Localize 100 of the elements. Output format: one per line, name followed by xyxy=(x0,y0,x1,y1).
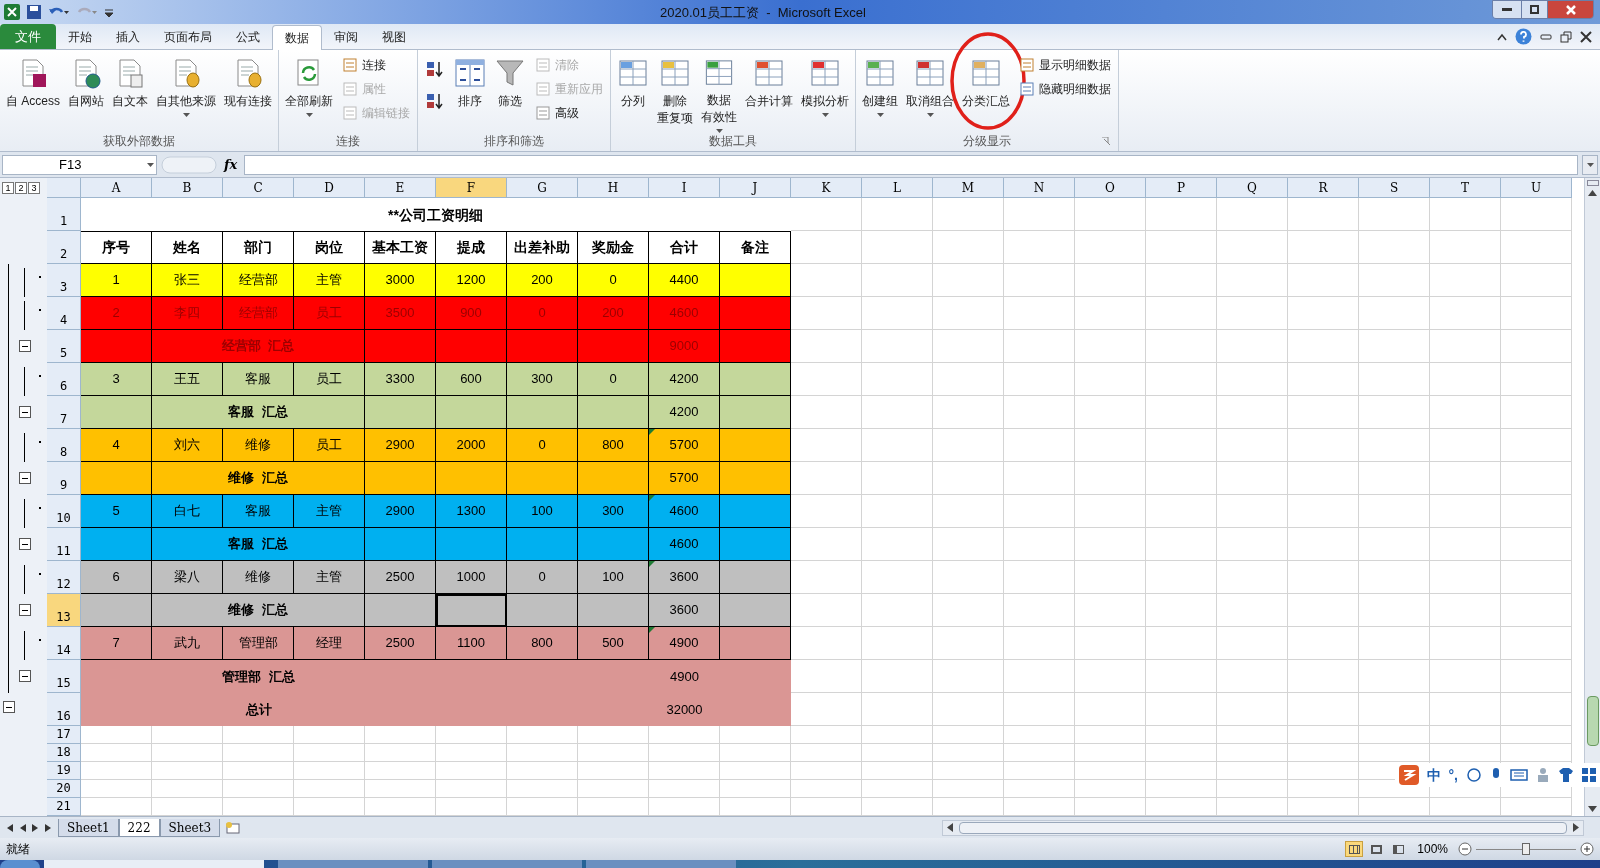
column-header[interactable]: I xyxy=(649,178,720,198)
ribbon-button[interactable]: 分列 xyxy=(614,53,652,133)
scroll-thumb[interactable] xyxy=(1586,696,1599,746)
column-header[interactable]: A xyxy=(81,178,152,198)
ribbon-button[interactable]: 筛选 xyxy=(491,53,529,133)
ribbon-tab[interactable]: 开始 xyxy=(56,24,104,49)
collapse-ribbon-icon[interactable] xyxy=(1497,32,1507,41)
ribbon-button[interactable]: 分类汇总 xyxy=(959,53,1013,133)
row-header[interactable]: 3 xyxy=(47,264,81,297)
ribbon-button[interactable]: 创建组 xyxy=(859,53,901,133)
row-header[interactable]: 13 xyxy=(47,594,81,627)
collapse-button[interactable] xyxy=(19,406,31,418)
row-header[interactable]: 7 xyxy=(47,396,81,429)
row-header[interactable]: 18 xyxy=(47,744,81,762)
row-header[interactable]: 6 xyxy=(47,363,81,396)
ribbon-button[interactable]: 自 Access xyxy=(3,53,63,133)
row-header[interactable]: 10 xyxy=(47,495,81,528)
row-header[interactable]: 9 xyxy=(47,462,81,495)
ribbon-tab[interactable]: 数据 xyxy=(272,25,322,50)
ribbon-tab[interactable]: 审阅 xyxy=(322,24,370,49)
vertical-scrollbar[interactable] xyxy=(1584,178,1600,816)
insert-function-button[interactable]: fx xyxy=(221,154,241,175)
row-header[interactable]: 2 xyxy=(47,231,81,264)
ribbon-button[interactable]: 删除 重复项 xyxy=(654,53,696,133)
collapse-button[interactable] xyxy=(3,701,15,713)
column-header[interactable]: N xyxy=(1004,178,1075,198)
row-header[interactable]: 12 xyxy=(47,561,81,594)
sheet-tab[interactable]: 222 xyxy=(118,818,160,837)
row-header[interactable]: 11 xyxy=(47,528,81,561)
ribbon-button[interactable]: 全部刷新 xyxy=(282,53,336,133)
start-button[interactable] xyxy=(0,860,40,868)
close-icon[interactable] xyxy=(1580,30,1592,43)
ribbon-tab[interactable]: 视图 xyxy=(370,24,418,49)
minimize-button[interactable] xyxy=(1493,1,1521,18)
scroll-thumb[interactable] xyxy=(959,821,1567,834)
row-header[interactable]: 20 xyxy=(47,780,81,798)
column-header[interactable]: F xyxy=(436,178,507,198)
ribbon-tab[interactable]: 插入 xyxy=(104,24,152,49)
row-header[interactable]: 1 xyxy=(47,198,81,231)
ribbon-tab[interactable]: 公式 xyxy=(224,24,272,49)
maximize-button[interactable] xyxy=(1521,1,1547,18)
restore-icon[interactable] xyxy=(1560,30,1572,43)
column-header[interactable]: C xyxy=(223,178,294,198)
row-header[interactable]: 15 xyxy=(47,660,81,693)
row-header[interactable]: 8 xyxy=(47,429,81,462)
horizontal-scrollbar[interactable] xyxy=(942,819,1584,836)
ribbon-button[interactable]: 连接 xyxy=(338,53,414,77)
sheet-tab[interactable]: Sheet1 xyxy=(58,818,119,837)
sheet-tab[interactable]: Sheet3 xyxy=(159,818,221,837)
ribbon-button[interactable]: 现有连接 xyxy=(221,53,275,133)
save-icon[interactable] xyxy=(26,4,42,20)
ribbon-button[interactable]: 模拟分析 xyxy=(798,53,852,133)
column-header[interactable]: E xyxy=(365,178,436,198)
ribbon-button[interactable]: 隐藏明细数据 xyxy=(1015,77,1115,101)
zoom-in-icon[interactable] xyxy=(1580,842,1594,856)
expand-formula-button[interactable] xyxy=(1582,154,1598,175)
shirt-icon[interactable] xyxy=(1558,767,1574,783)
outline-level-button[interactable]: 2 xyxy=(15,182,27,194)
grid-icon[interactable] xyxy=(1582,768,1596,782)
normal-view-button[interactable] xyxy=(1345,841,1364,857)
column-header[interactable]: R xyxy=(1288,178,1359,198)
zoom-slider[interactable] xyxy=(1476,842,1576,856)
collapse-button[interactable] xyxy=(19,604,31,616)
row-header[interactable]: 19 xyxy=(47,762,81,780)
ribbon-button[interactable]: 自网站 xyxy=(65,53,107,133)
ribbon-button[interactable]: 数据 有效性 xyxy=(698,53,740,133)
zoom-level[interactable]: 100% xyxy=(1417,840,1448,858)
collapse-button[interactable] xyxy=(19,472,31,484)
row-header[interactable]: 5 xyxy=(47,330,81,363)
column-header[interactable]: P xyxy=(1146,178,1217,198)
collapse-button[interactable] xyxy=(19,670,31,682)
input-mode-label[interactable]: 中 xyxy=(1426,764,1441,786)
column-header[interactable]: D xyxy=(294,178,365,198)
ribbon-button[interactable]: 排序 xyxy=(451,53,489,133)
column-header[interactable]: U xyxy=(1501,178,1572,198)
row-header[interactable]: 17 xyxy=(47,726,81,744)
row-header[interactable]: 16 xyxy=(47,693,81,726)
outline-level-button[interactable]: 1 xyxy=(2,182,14,194)
column-header[interactable]: M xyxy=(933,178,1004,198)
input-mode-label[interactable]: °, xyxy=(1448,764,1458,786)
dialog-launcher-icon[interactable] xyxy=(1102,137,1110,145)
close-button[interactable] xyxy=(1547,1,1593,18)
column-header[interactable]: Q xyxy=(1217,178,1288,198)
zoom-thumb[interactable] xyxy=(1522,843,1530,855)
column-header[interactable]: G xyxy=(507,178,578,198)
outline-level-button[interactable]: 3 xyxy=(28,182,40,194)
ribbon-tab[interactable]: 页面布局 xyxy=(152,24,224,49)
help-icon[interactable] xyxy=(1515,28,1532,45)
ribbon-button[interactable]: 自文本 xyxy=(109,53,151,133)
row-header[interactable]: 21 xyxy=(47,798,81,816)
column-header[interactable]: B xyxy=(152,178,223,198)
column-header[interactable]: S xyxy=(1359,178,1430,198)
row-header[interactable]: 14 xyxy=(47,627,81,660)
minimize-icon[interactable] xyxy=(1540,32,1552,41)
row-header[interactable]: 4 xyxy=(47,297,81,330)
ribbon-button[interactable]: 显示明细数据 xyxy=(1015,53,1115,77)
column-header[interactable]: O xyxy=(1075,178,1146,198)
collapse-button[interactable] xyxy=(19,340,31,352)
keyboard-icon[interactable] xyxy=(1510,769,1528,781)
name-box[interactable]: F13 xyxy=(2,154,157,175)
